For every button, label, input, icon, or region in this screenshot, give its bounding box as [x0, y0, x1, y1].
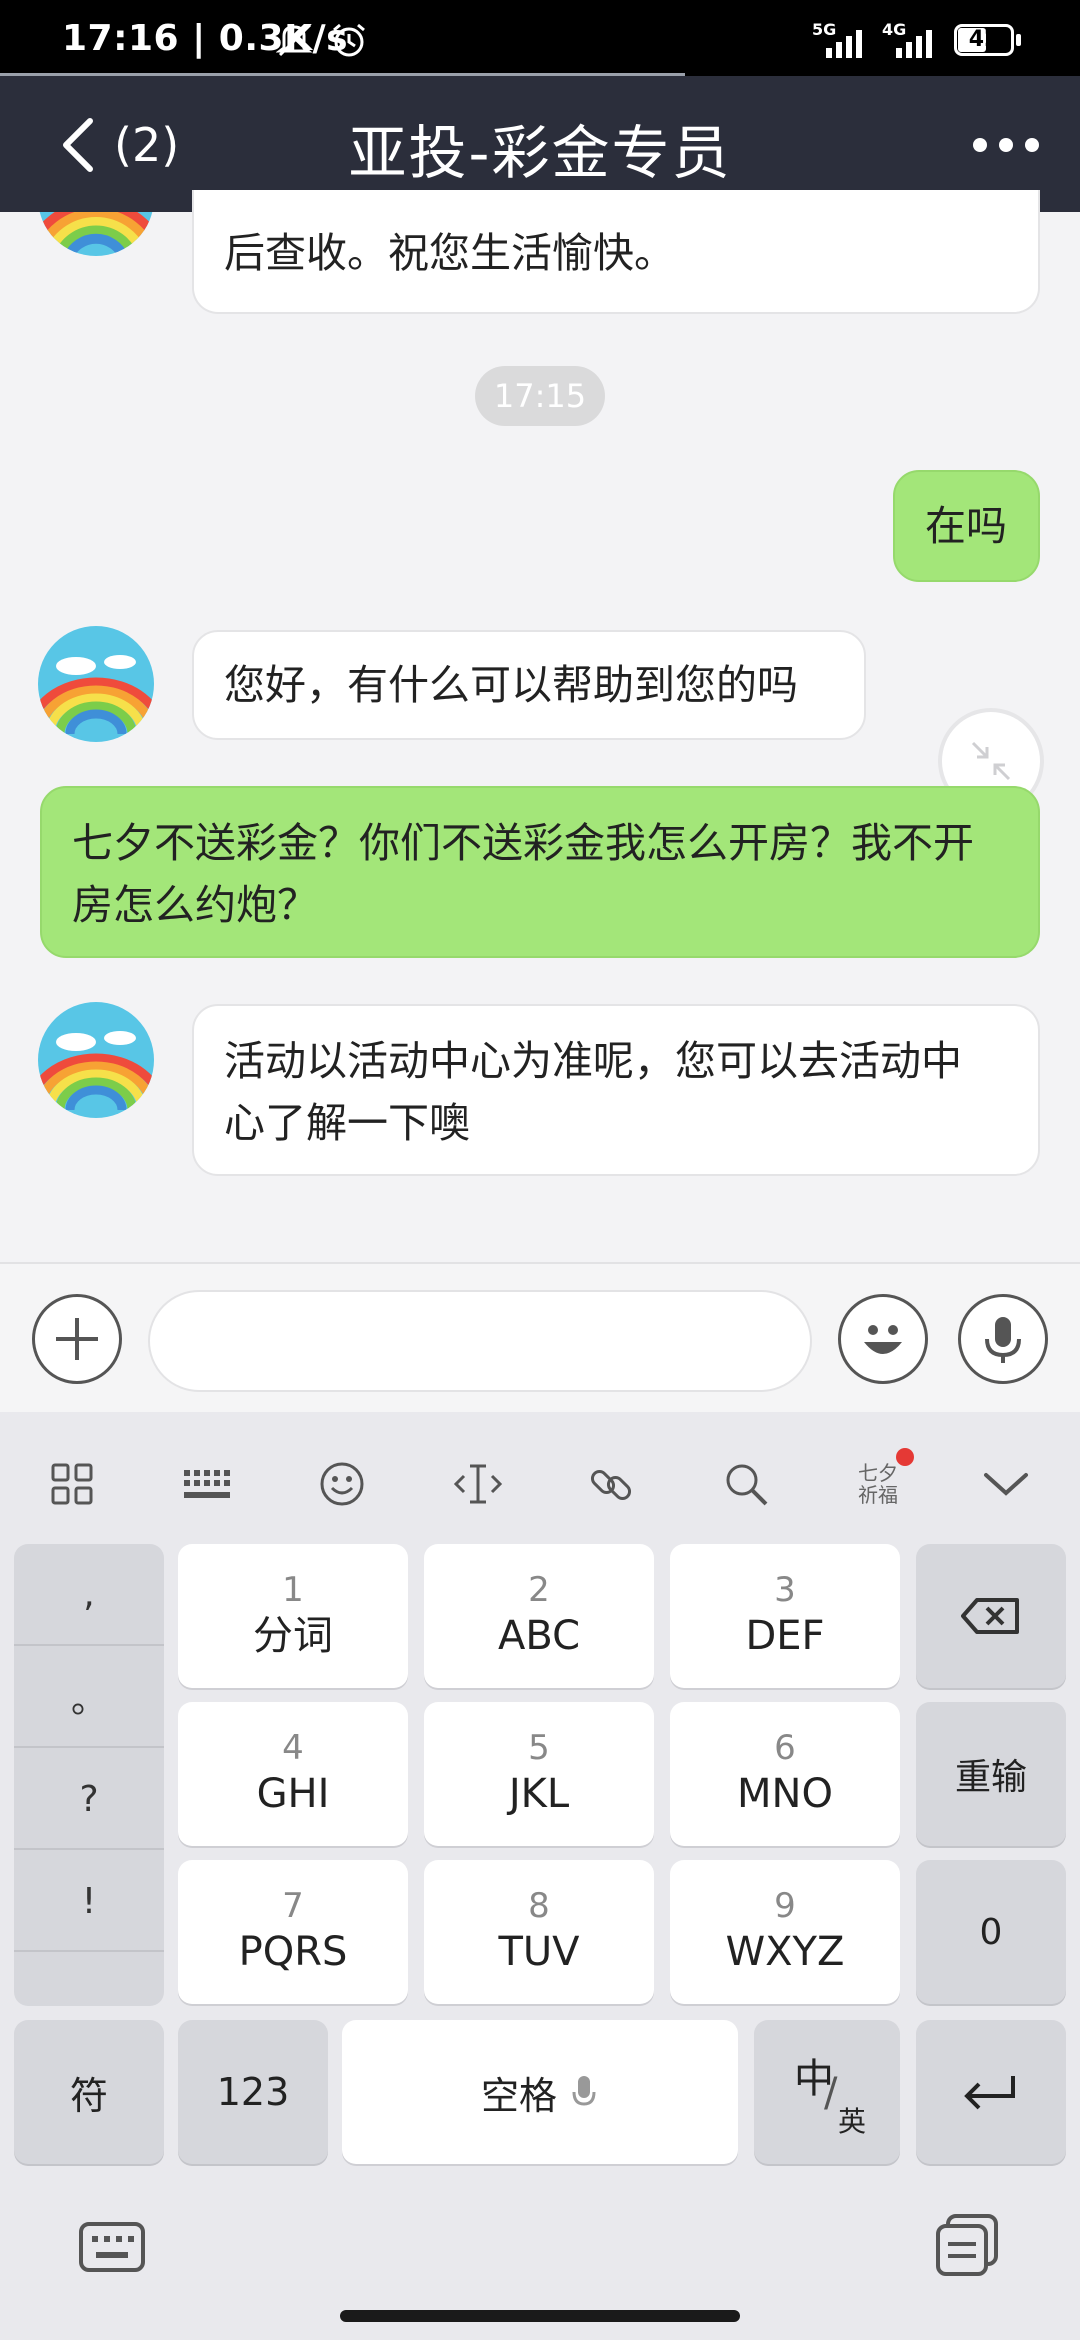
punct-comma[interactable]: ,	[14, 1544, 164, 1646]
microphone-icon	[572, 2076, 596, 2106]
ime-keyboard: 七夕 祈福 , 。 ? ! 1 分词 2 ABC 3 DEF 4 GHI 5 JKL 6M…	[0, 1412, 1080, 2340]
home-indicator[interactable]	[340, 2310, 740, 2322]
key-4[interactable]: 4 GHI	[178, 1702, 408, 1846]
smiley-face-icon	[864, 1325, 902, 1354]
message-bubble-agent[interactable]: 活动以活动中心为准呢，您可以去活动中心了解一下噢	[192, 1004, 1040, 1176]
punct-exclamation[interactable]: !	[14, 1852, 164, 1952]
clipboard-icon	[936, 2214, 998, 2276]
collapse-keyboard-chevron-icon[interactable]	[976, 1454, 1036, 1514]
key-8[interactable]: 8 TUV	[424, 1860, 654, 2004]
alarm-icon	[330, 22, 368, 62]
key-6[interactable]: 6 MNO	[670, 1702, 900, 1846]
collapse-arrows-icon	[971, 741, 1011, 781]
punct-period[interactable]: 。	[14, 1648, 164, 1748]
punct-question[interactable]: ?	[14, 1750, 164, 1850]
punctuation-list: , 。 ? !	[14, 1544, 164, 2006]
emoji-panel-icon[interactable]	[312, 1454, 372, 1514]
battery-icon: 42	[954, 24, 1021, 56]
emoji-button[interactable]	[838, 1294, 928, 1384]
cursor-move-icon[interactable]	[448, 1454, 508, 1514]
add-attachment-button[interactable]	[32, 1294, 122, 1384]
festival-badge-button[interactable]: 七夕 祈福	[842, 1448, 914, 1520]
key-1[interactable]: 1 分词	[178, 1544, 408, 1688]
plus-icon	[56, 1318, 98, 1360]
key-2[interactable]: 2 ABC	[424, 1544, 654, 1688]
message-input[interactable]	[148, 1290, 812, 1392]
agent-avatar[interactable]	[38, 626, 154, 742]
more-dots-icon	[973, 138, 1039, 152]
enter-key[interactable]	[916, 2020, 1066, 2164]
zero-key[interactable]: 0	[916, 1860, 1066, 2004]
message-bubble-agent[interactable]: 后查收。祝您生活愉快。	[192, 190, 1040, 314]
key-5[interactable]: 5 JKL	[424, 1702, 654, 1846]
backspace-icon	[961, 1598, 1019, 1634]
language-switch-key[interactable]: 中 / 英	[754, 2020, 900, 2164]
more-options-button[interactable]	[968, 120, 1044, 170]
slash-divider: /	[824, 2070, 838, 2116]
message-timestamp: 17:15	[475, 366, 605, 426]
key-3[interactable]: 3 DEF	[670, 1544, 900, 1688]
message-bubble-user[interactable]: 在吗	[893, 470, 1040, 582]
numbers-key[interactable]: 123	[178, 2020, 328, 2164]
chat-title: 亚投-彩金专员	[348, 119, 732, 187]
reinput-key[interactable]: 重输	[916, 1702, 1066, 1846]
keyboard-layout-icon[interactable]	[177, 1454, 237, 1514]
symbols-key[interactable]: 符	[14, 2020, 164, 2164]
agent-avatar[interactable]	[38, 1002, 154, 1118]
message-bubble-user[interactable]: 七夕不送彩金？你们不送彩金我怎么开房？我不开房怎么约炮？	[40, 786, 1040, 958]
mute-icon	[275, 22, 316, 62]
key-9[interactable]: 9 WXYZ	[670, 1860, 900, 2004]
notification-dot	[896, 1448, 914, 1466]
message-input-bar	[0, 1262, 1080, 1412]
enter-arrow-icon	[964, 2076, 1015, 2110]
rainbow-avatar-icon	[38, 626, 154, 742]
keyboard-toolbar: 七夕 祈福	[0, 1412, 1080, 1542]
rainbow-avatar-icon	[38, 1002, 154, 1118]
keyboard-menu-grid-icon[interactable]	[42, 1454, 102, 1514]
switch-keyboard-button[interactable]	[78, 2218, 146, 2276]
voice-input-button[interactable]	[958, 1294, 1048, 1384]
backspace-key[interactable]	[916, 1544, 1066, 1688]
message-bubble-agent[interactable]: 您好，有什么可以帮助到您的吗	[192, 630, 866, 740]
key-7[interactable]: 7 PQRS	[178, 1860, 408, 2004]
clipboard-button[interactable]	[934, 2212, 1000, 2278]
space-key[interactable]: 空格	[342, 2020, 738, 2164]
keyboard-icon	[79, 2222, 145, 2272]
search-icon[interactable]	[716, 1454, 776, 1514]
microphone-icon	[985, 1317, 1021, 1363]
clipboard-link-icon[interactable]	[582, 1454, 642, 1514]
status-bar: 17:16 | 0.3K/s 5G 4G 42	[0, 0, 1080, 76]
